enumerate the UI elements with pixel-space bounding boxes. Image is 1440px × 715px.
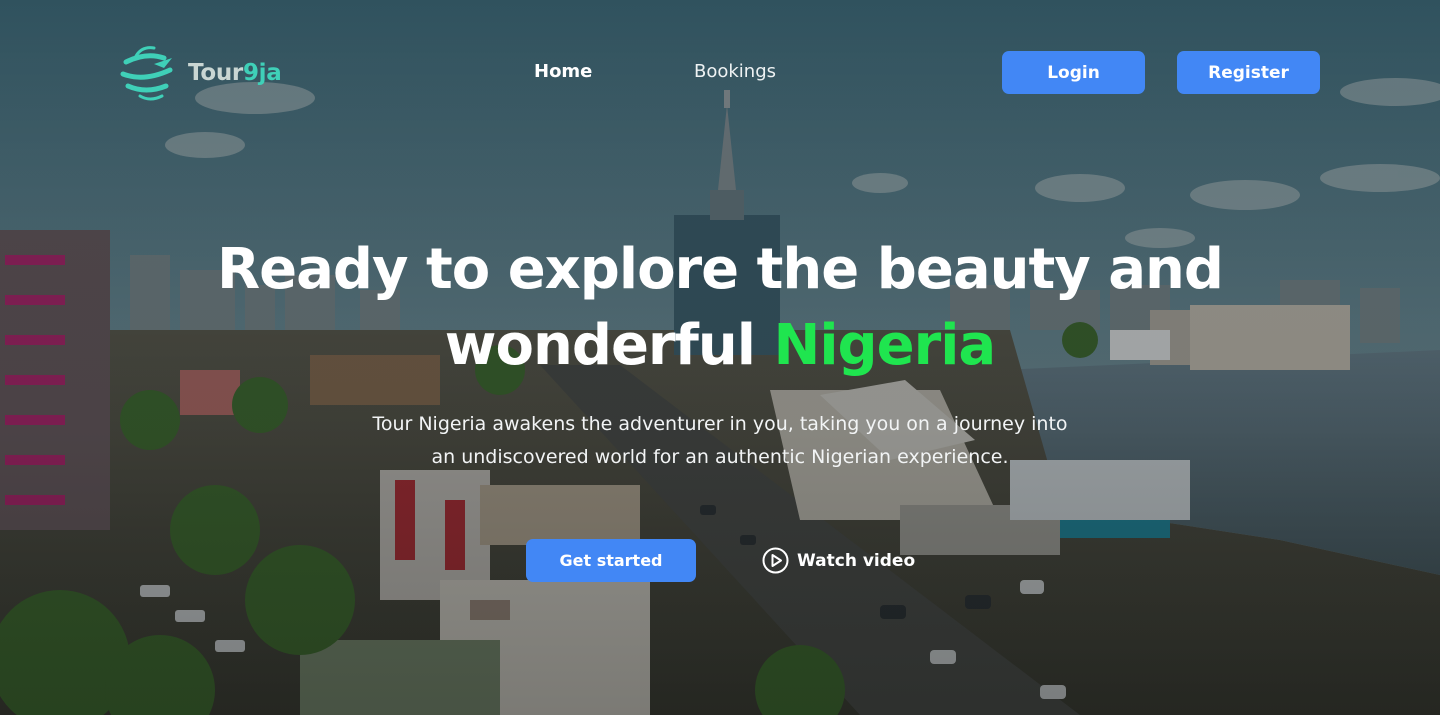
top-navbar: Tour9ja Home Bookings Login Register [0,0,1440,145]
hero-subtitle-line-2: an undiscovered world for an authentic N… [431,446,1009,468]
hero-subtitle-line-1: Tour Nigeria awakens the adventurer in y… [372,413,1068,435]
hero-title-line-2-prefix: wonderful [444,313,774,378]
register-button[interactable]: Register [1177,51,1320,94]
hero-title-highlight: Nigeria [773,313,996,378]
watch-video-link[interactable]: Watch video [762,547,915,574]
watch-video-label: Watch video [797,550,916,571]
get-started-button[interactable]: Get started [526,539,696,582]
hero-title-line-1: Ready to explore the beauty and [216,237,1224,302]
brand-name: Tour9ja [188,60,282,86]
brand-name-suffix: 9ja [242,60,282,86]
nav-link-home[interactable]: Home [534,61,592,82]
hero-subtitle: Tour Nigeria awakens the adventurer in y… [280,408,1160,474]
hero-title: Ready to explore the beauty and wonderfu… [120,232,1320,384]
brand-name-prefix: Tour [188,60,243,86]
play-circle-icon [762,547,789,574]
brand-logo-link[interactable]: Tour9ja [120,44,282,102]
globe-plane-logo-icon [120,46,173,101]
hero-title-line-2: wonderful Nigeria [120,308,1320,384]
login-button[interactable]: Login [1002,51,1145,94]
nav-link-bookings[interactable]: Bookings [694,61,776,82]
